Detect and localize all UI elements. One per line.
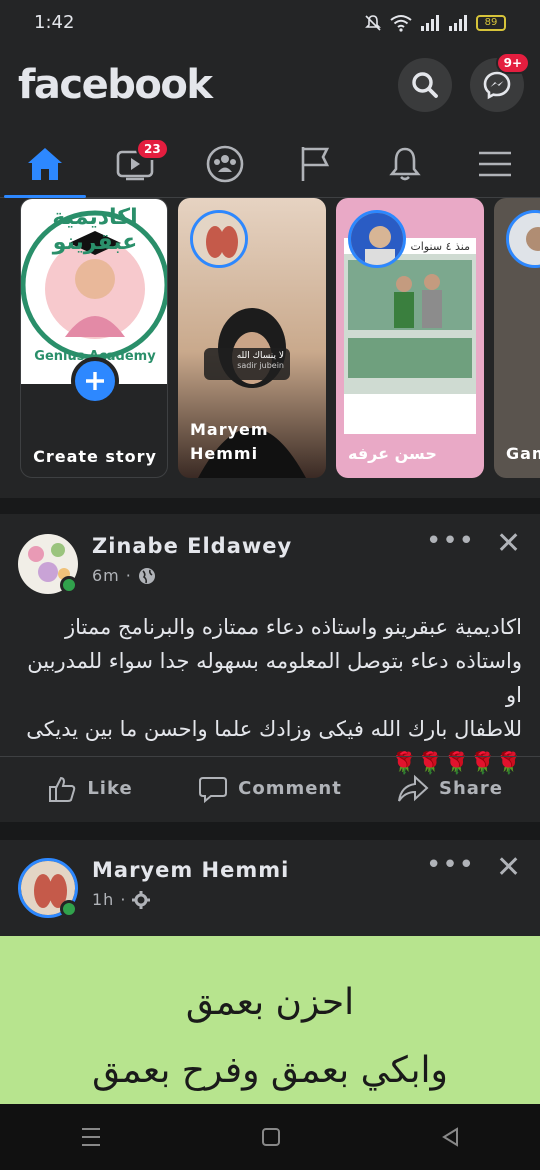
post-more-button[interactable]: •••: [426, 850, 475, 880]
post-maryem: Maryem Hemmi 1h · ••• ✕: [0, 840, 540, 936]
main-nav: 23: [0, 130, 540, 198]
story-create[interactable]: اكاديمية عبقرينو Genius Academy Create s…: [20, 198, 168, 478]
post-body: اكاديمية عبقرينو واستاذه دعاء ممتازه وال…: [18, 610, 522, 780]
mute-icon: [365, 15, 381, 31]
post-text-line: وابكي بعمق وفرح بعمق: [92, 1050, 448, 1091]
music-sticker: لا ينساك الله sadir jubein: [204, 348, 290, 380]
post-maryem-body: احزن بعمق وابكي بعمق وفرح بعمق: [0, 936, 540, 1104]
share-icon: [397, 774, 429, 802]
post-more-button[interactable]: •••: [426, 526, 475, 556]
avatar-image: [509, 213, 540, 265]
signal-icon-2: [449, 15, 467, 31]
like-button[interactable]: Like: [0, 757, 180, 820]
status-time: 1:42: [34, 12, 75, 33]
stories-tray: اكاديمية عبقرينو Genius Academy Create s…: [0, 198, 540, 498]
share-button[interactable]: Share: [360, 757, 540, 820]
story-hassan-avatar: [348, 210, 406, 268]
post-meta: 1h ·: [92, 890, 151, 909]
messenger-button[interactable]: 9+: [470, 52, 530, 112]
post-close-button[interactable]: ✕: [496, 526, 521, 561]
post-time: 1h: [92, 890, 115, 909]
post-meta: 6m ·: [92, 566, 156, 585]
search-button[interactable]: [398, 58, 452, 112]
story-gam-name: Gam: [506, 444, 540, 463]
story-hassan[interactable]: منذ ٤ سنوات حسن عرفه: [336, 198, 484, 478]
home-icon: [28, 148, 62, 180]
post-actions: Like Comment Share: [0, 756, 540, 820]
sticker-title: لا ينساك الله: [236, 351, 284, 361]
groups-icon: [206, 145, 244, 183]
tab-home[interactable]: [0, 130, 90, 198]
story-gam[interactable]: Gam: [494, 198, 540, 478]
comment-button[interactable]: Comment: [180, 757, 360, 820]
menu-icon: [479, 151, 511, 177]
story-time-label: منذ ٤ سنوات: [410, 240, 470, 253]
flag-icon: [301, 147, 330, 181]
post-time: 6m: [92, 566, 120, 585]
tab-video[interactable]: 23: [90, 130, 180, 198]
online-indicator: [60, 900, 78, 918]
bell-icon: [389, 147, 421, 181]
story-gam-avatar: [506, 210, 540, 268]
online-indicator: [60, 576, 78, 594]
tab-groups[interactable]: [180, 130, 270, 198]
story-maryem[interactable]: لا ينساك الله sadir jubein Maryem Hemmi: [178, 198, 326, 478]
story-avatar: [190, 210, 248, 268]
recents-icon[interactable]: [79, 1126, 103, 1148]
messenger-icon: [483, 71, 511, 100]
dot-separator: ·: [125, 566, 132, 585]
feed-divider: [0, 498, 540, 514]
share-label: Share: [438, 778, 503, 799]
back-icon[interactable]: [439, 1126, 461, 1148]
post-author[interactable]: Zinabe Eldawey: [92, 534, 292, 558]
signal-icon: [421, 15, 439, 31]
sticker-sub: sadir jubein: [237, 361, 284, 370]
story-maryem-name: Maryem Hemmi: [190, 420, 269, 463]
tab-pages[interactable]: [270, 130, 360, 198]
academy-banner-text: اكاديمية عبقرينو: [52, 205, 138, 255]
create-story-label: Create story: [33, 447, 157, 466]
dot-separator: ·: [120, 890, 127, 909]
messenger-badge: 9+: [495, 52, 530, 74]
post-text-line: اكاديمية عبقرينو واستاذه دعاء ممتازه وال…: [64, 615, 522, 639]
post-close-button[interactable]: ✕: [496, 850, 521, 885]
create-story-button[interactable]: [71, 357, 119, 405]
shop-photo: [344, 254, 476, 394]
post-text-line: احزن بعمق: [185, 982, 355, 1023]
tab-menu[interactable]: [450, 130, 540, 198]
facebook-logo[interactable]: facebook: [18, 62, 213, 108]
tab-notifications[interactable]: [360, 130, 450, 198]
thumbs-up-icon: [49, 776, 76, 802]
home-button-icon[interactable]: [260, 1126, 282, 1148]
search-icon: [412, 72, 438, 98]
story-hassan-name: حسن عرفه: [348, 444, 437, 463]
post-author[interactable]: Maryem Hemmi: [92, 858, 289, 882]
system-nav-bar: [0, 1104, 540, 1170]
post-zinabe: Zinabe Eldawey 6m · ••• ✕ اكاديمية عبقري…: [0, 514, 540, 822]
comment-icon: [199, 776, 228, 803]
feed-divider: [0, 822, 540, 840]
globe-icon: [138, 567, 155, 584]
post-text-line: للاطفال بارك الله فيكى وزادك علما واحسن …: [26, 717, 522, 741]
top-header: facebook 9+: [0, 48, 540, 130]
battery-indicator: 89: [476, 15, 506, 31]
like-label: Like: [87, 778, 133, 799]
story-hassan-image: منذ ٤ سنوات: [344, 238, 476, 434]
post-text-line: واستاذه دعاء بتوصل المعلومه بسهوله جدا س…: [27, 649, 522, 707]
video-badge: 23: [136, 138, 169, 160]
comment-label: Comment: [238, 778, 342, 799]
status-icons: 89: [364, 14, 506, 32]
wifi-icon: [390, 15, 412, 32]
gear-icon: [132, 890, 151, 909]
status-bar: 1:42 89: [0, 0, 540, 48]
plus-icon: [86, 372, 104, 390]
